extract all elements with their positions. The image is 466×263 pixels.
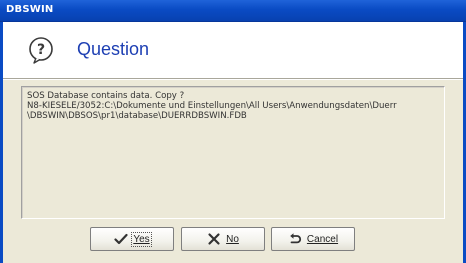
- yes-button[interactable]: Yes: [90, 227, 174, 251]
- header-divider: [3, 78, 463, 80]
- cancel-button-label: Cancel: [306, 233, 339, 245]
- svg-text:?: ?: [37, 42, 45, 58]
- message-box: SOS Database contains data. Copy ? N8-KI…: [21, 86, 445, 219]
- message-line: \DBSWIN\DBSOS\pr1\database\DUERRDBSWIN.F…: [27, 111, 247, 121]
- message-line: SOS Database contains data. Copy ?: [27, 91, 185, 101]
- dialog-heading: Question: [77, 39, 150, 59]
- x-icon: [208, 233, 220, 245]
- title-bar[interactable]: DBSWIN: [0, 0, 466, 22]
- question-icon: ?: [29, 37, 53, 64]
- dialog-header: ? Question: [3, 22, 463, 78]
- yes-button-label: Yes: [131, 231, 152, 247]
- no-button-label: No: [226, 233, 239, 245]
- dialog-window: DBSWIN ? Question SOS Database contains …: [0, 0, 466, 263]
- message-line: N8-KIESELE/3052:C:\Dokumente und Einstel…: [27, 101, 397, 111]
- window-title: DBSWIN: [6, 4, 54, 15]
- no-button[interactable]: No: [181, 227, 265, 251]
- checkmark-icon: [114, 233, 128, 245]
- undo-arrow-icon: [290, 233, 301, 244]
- cancel-button[interactable]: Cancel: [271, 227, 355, 251]
- button-row: Yes No Cancel: [3, 227, 463, 253]
- dialog-body: ? Question SOS Database contains data. C…: [0, 22, 466, 263]
